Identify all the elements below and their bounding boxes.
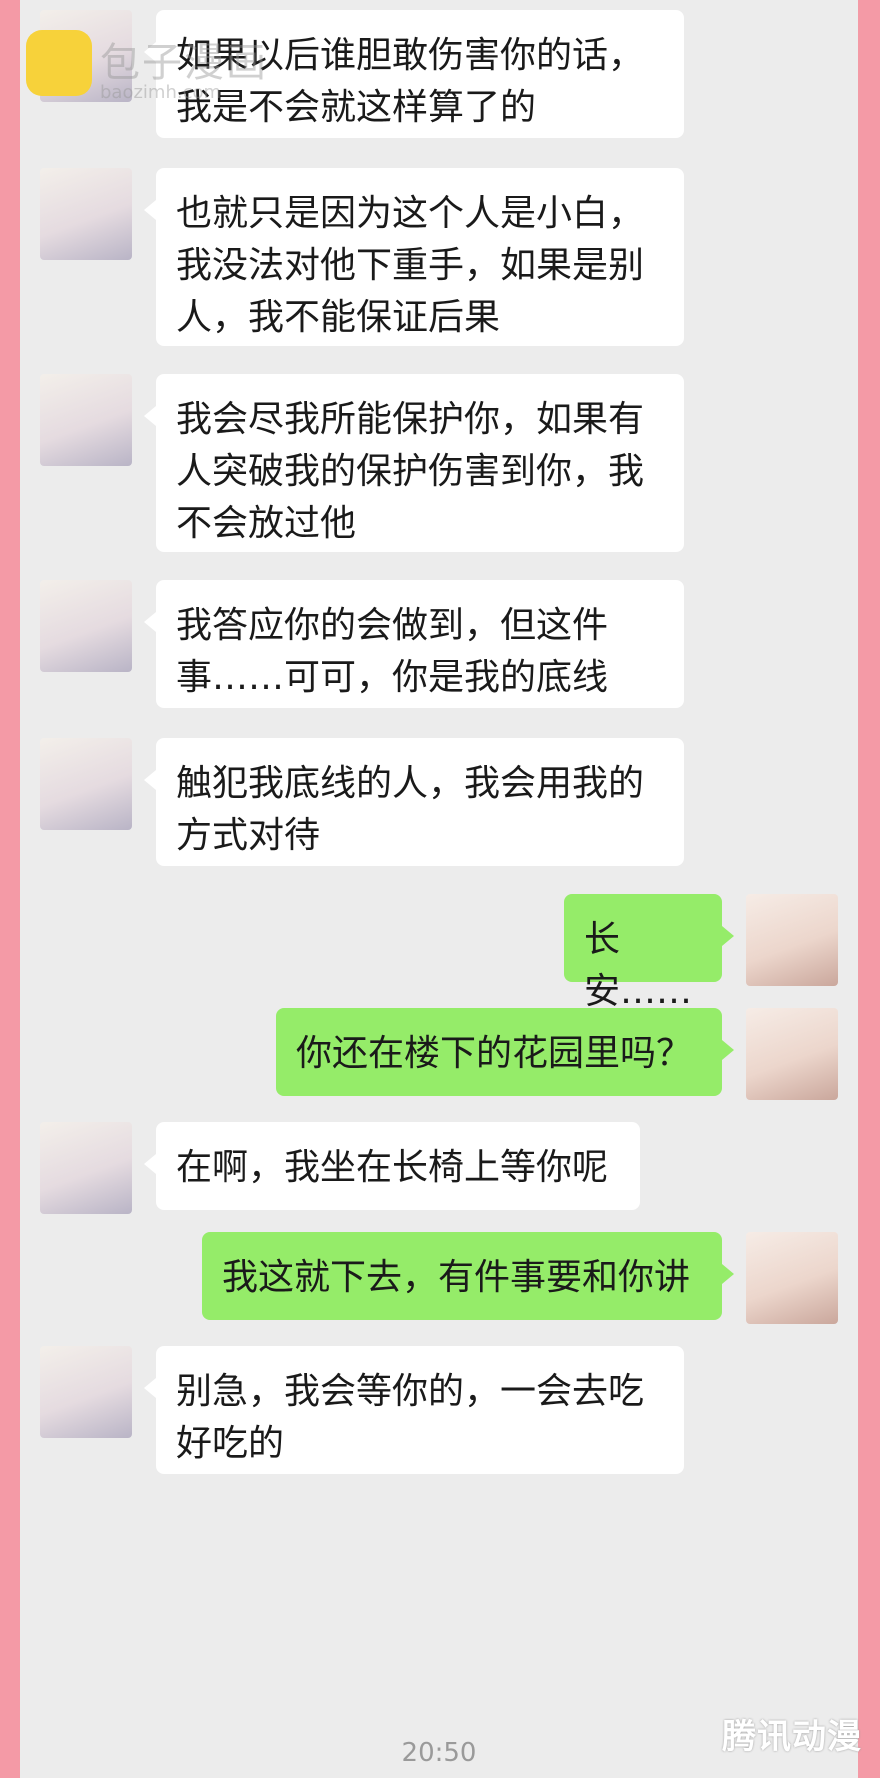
incoming-bubble[interactable]: 我答应你的会做到，但这件 事……可可，你是我的底线 [144, 580, 684, 708]
girl-avatar[interactable] [746, 1232, 838, 1324]
site-logo-icon [26, 30, 92, 96]
message-line: 我是不会就这样算了的 [176, 87, 537, 128]
message-line: 我没法对他下重手，如果是别 [176, 245, 645, 286]
message-line: 也就只是因为这个人是小白， [176, 193, 645, 234]
message-line: 触犯我底线的人，我会用我的 [176, 763, 645, 804]
chat-area[interactable]: 如果以后谁胆敢伤害你的话， 我是不会就这样算了的 也就只是因为这个人是小白， 我… [20, 0, 858, 1778]
message-line: 你还在楼下的花园里吗？ [296, 1033, 693, 1074]
boy-avatar[interactable] [40, 374, 132, 466]
girl-avatar[interactable] [746, 1008, 838, 1100]
message-line: 我会尽我所能保护你，如果有 [176, 399, 645, 440]
incoming-bubble[interactable]: 我会尽我所能保护你，如果有 人突破我的保护伤害到你，我 不会放过他 [144, 374, 684, 552]
message-line: 我这就下去，有件事要和你讲 [222, 1257, 691, 1298]
boy-avatar[interactable] [40, 1122, 132, 1214]
boy-avatar[interactable] [40, 580, 132, 672]
message-line: 我答应你的会做到，但这件 [176, 605, 609, 646]
message-line: 好吃的 [176, 1423, 285, 1464]
brand-watermark: 腾讯动漫 [722, 1717, 862, 1757]
message-line: 人，我不能保证后果 [176, 297, 501, 338]
incoming-bubble[interactable]: 触犯我底线的人，我会用我的 方式对待 [144, 738, 684, 866]
message-line: 方式对待 [176, 815, 321, 856]
incoming-bubble[interactable]: 在啊，我坐在长椅上等你呢 [144, 1122, 640, 1210]
girl-avatar[interactable] [746, 894, 838, 986]
incoming-bubble[interactable]: 也就只是因为这个人是小白， 我没法对他下重手，如果是别 人，我不能保证后果 [144, 168, 684, 346]
watermark-logo-text: 包子漫画 [100, 40, 268, 86]
outgoing-bubble[interactable]: 长安…… [564, 894, 734, 1012]
outgoing-bubble[interactable]: 你还在楼下的花园里吗？ [276, 1008, 734, 1096]
boy-avatar[interactable] [40, 1346, 132, 1438]
boy-avatar[interactable] [40, 738, 132, 830]
message-line: 在啊，我坐在长椅上等你呢 [176, 1147, 609, 1188]
message-line: 不会放过他 [176, 503, 357, 544]
message-line: 事……可可，你是我的底线 [176, 657, 609, 698]
message-line: 别急，我会等你的，一会去吃 [176, 1371, 645, 1412]
watermark-logo-sub: baozimh.com [100, 82, 222, 103]
incoming-bubble[interactable]: 别急，我会等你的，一会去吃 好吃的 [144, 1346, 684, 1474]
message-line: 人突破我的保护伤害到你，我 [176, 451, 645, 492]
boy-avatar[interactable] [40, 168, 132, 260]
outgoing-bubble[interactable]: 我这就下去，有件事要和你讲 [202, 1232, 734, 1320]
message-line: 长安…… [584, 919, 693, 1012]
